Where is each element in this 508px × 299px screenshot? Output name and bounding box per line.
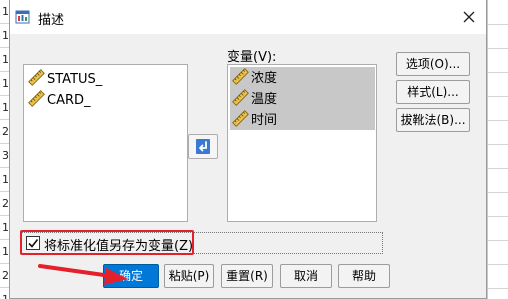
variable-name: CARD_ (47, 93, 91, 108)
cancel-button[interactable]: 取消 (280, 264, 332, 288)
app-icon (15, 10, 30, 24)
reset-button[interactable]: 重置(R) (221, 264, 273, 288)
ruler-icon (28, 69, 45, 86)
list-item[interactable]: CARD_ (28, 90, 91, 111)
descriptives-dialog: 描述 STATUS_ CARD_ 变量(V): 浓度 温度 时间 选项(O)..… (9, 0, 487, 299)
style-button[interactable]: 样式(L)... (396, 80, 470, 104)
arrow-left-icon (196, 139, 210, 154)
help-button[interactable]: 帮助 (338, 264, 390, 288)
list-item[interactable]: STATUS_ (28, 69, 102, 90)
close-button[interactable] (458, 6, 480, 28)
variable-name: STATUS_ (47, 72, 103, 87)
sheet-right-strip (487, 0, 508, 299)
ruler-icon (232, 68, 249, 85)
list-item[interactable]: 时间 (232, 110, 277, 131)
title-bar[interactable]: 描述 (10, 0, 486, 34)
variable-name: 温度 (251, 92, 278, 107)
annotation-highlight-box (20, 230, 194, 255)
source-variable-list[interactable]: STATUS_ CARD_ (23, 64, 188, 222)
variables-label: 变量(V): (227, 50, 277, 65)
ok-button[interactable]: 确定 (103, 264, 159, 288)
target-variable-list[interactable]: 浓度 温度 时间 (227, 64, 377, 222)
dialog-title: 描述 (38, 13, 65, 28)
ruler-icon (232, 110, 249, 127)
ruler-icon (232, 89, 249, 106)
list-item[interactable]: 浓度 (232, 68, 277, 89)
move-variable-button[interactable] (188, 134, 218, 159)
variable-name: 时间 (251, 113, 278, 128)
variable-name: 浓度 (251, 71, 278, 86)
close-icon (463, 11, 475, 23)
options-button[interactable]: 选项(O)... (396, 52, 470, 76)
paste-button[interactable]: 粘贴(P) (164, 264, 214, 288)
list-item[interactable]: 温度 (232, 89, 277, 110)
bootstrap-button[interactable]: 拔靴法(B)... (396, 108, 470, 132)
ruler-icon (28, 90, 45, 107)
